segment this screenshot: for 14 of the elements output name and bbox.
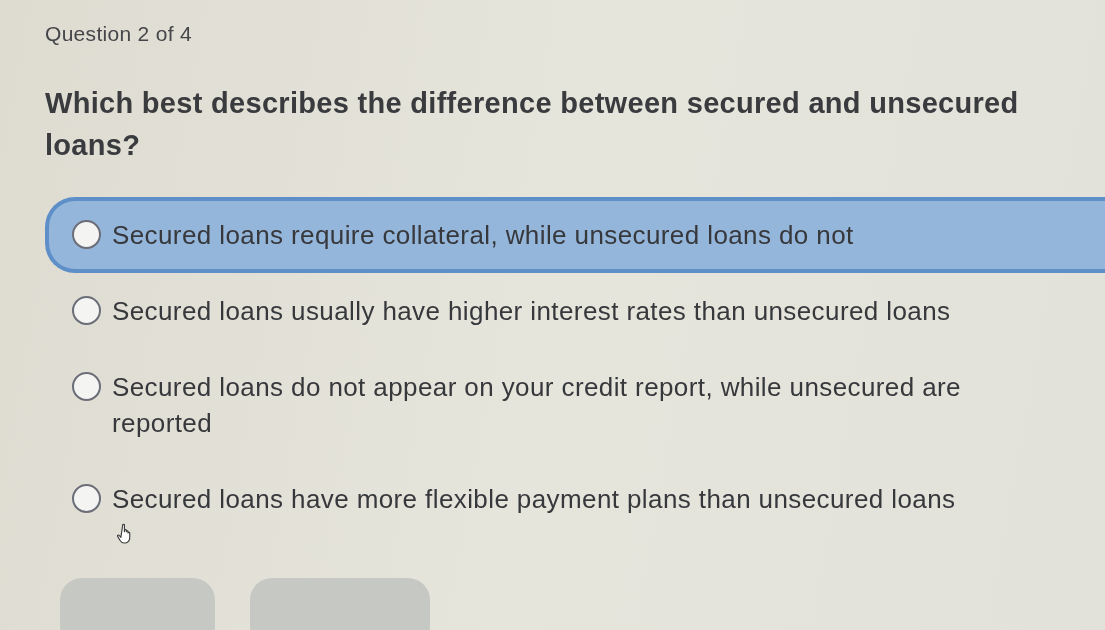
- option-text: Secured loans have more flexible payment plans than unsecured loans: [112, 483, 956, 516]
- answer-option[interactable]: Secured loans require collateral, while unsecured loans do not: [45, 197, 1105, 273]
- question-text: Which best describes the difference between secured and unsecured loans?: [45, 86, 1020, 163]
- answer-option[interactable]: Secured loans do not appear on your credit report, while unsecured are reported: [45, 349, 1105, 461]
- radio-button[interactable]: [72, 296, 101, 325]
- option-text: Secured loans require collateral, while unsecured loans do not: [112, 219, 854, 252]
- option-text: Secured loans do not appear on your credit report, while unsecured are reported: [112, 371, 962, 440]
- option-text: Secured loans usually have higher interest rates than unsecured loans: [112, 295, 951, 328]
- radio-button[interactable]: [72, 372, 101, 401]
- question-number: Question 2 of 4: [45, 21, 192, 47]
- radio-button[interactable]: [72, 484, 101, 513]
- answer-option[interactable]: Secured loans have more flexible payment plans than unsecured loans: [45, 461, 1105, 537]
- answer-option[interactable]: Secured loans usually have higher interest rates than unsecured loans: [45, 273, 1105, 349]
- radio-button[interactable]: [72, 220, 101, 249]
